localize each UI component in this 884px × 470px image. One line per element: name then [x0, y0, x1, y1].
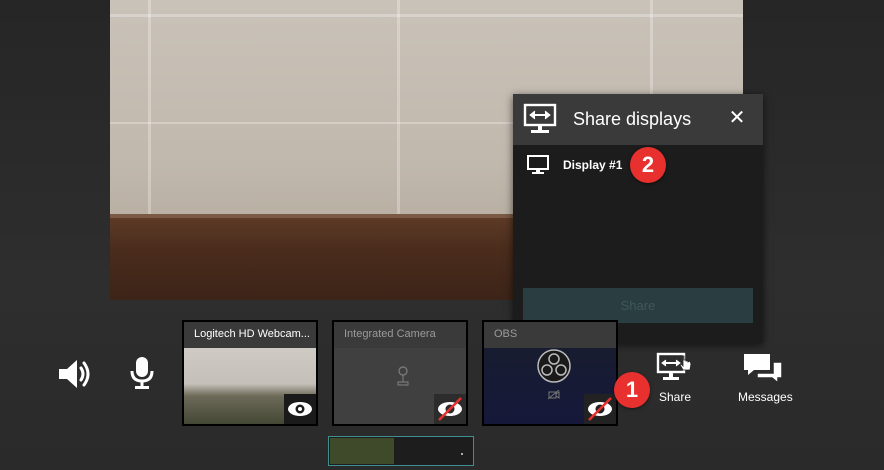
display-label: Display #1	[563, 158, 623, 172]
camera-tile-logitech[interactable]: Logitech HD Webcam...	[182, 320, 318, 426]
chat-bubbles-icon	[744, 354, 783, 384]
step-badge-2: 2	[630, 147, 666, 183]
obs-logo-icon	[537, 349, 571, 383]
hand-cursor-icon	[679, 355, 692, 371]
eye-icon[interactable]	[284, 394, 316, 424]
audio-level-fill	[330, 438, 394, 464]
camera-label: Logitech HD Webcam...	[184, 322, 316, 348]
share-action-label: Share	[659, 390, 692, 404]
microphone-icon[interactable]	[128, 355, 156, 391]
share-button[interactable]: Share	[523, 288, 753, 323]
dialog-header: Share displays ✕	[513, 94, 763, 145]
speaker-icon[interactable]	[57, 357, 91, 391]
camera-tile-integrated[interactable]: Integrated Camera	[332, 320, 468, 426]
webcam-placeholder-icon	[397, 366, 409, 386]
eye-disabled-icon[interactable]	[434, 394, 466, 424]
share-displays-dialog: Share displays ✕ Display #1 Share	[513, 94, 763, 343]
camera-tile-obs[interactable]: OBS	[482, 320, 618, 426]
close-button[interactable]: ✕	[727, 107, 747, 129]
share-screen-icon	[656, 352, 692, 380]
messages-label: Messages	[738, 390, 793, 404]
messages-button[interactable]: Messages	[736, 348, 793, 406]
camera-label: Integrated Camera	[334, 322, 466, 348]
audio-level-meter	[328, 436, 474, 466]
camera-label: OBS	[484, 322, 616, 348]
share-screen-icon	[523, 103, 557, 133]
camera-off-icon	[548, 390, 560, 400]
eye-disabled-icon[interactable]	[584, 394, 616, 424]
step-badge-1: 1	[614, 372, 650, 408]
share-action-button[interactable]: Share	[649, 348, 697, 406]
dialog-title: Share displays	[573, 109, 692, 129]
monitor-icon	[527, 155, 549, 174]
